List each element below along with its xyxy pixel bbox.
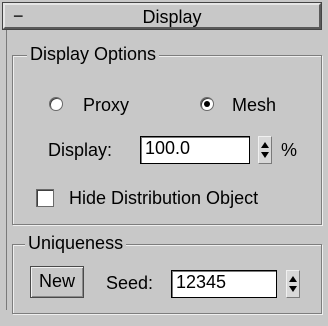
seed-label: Seed:	[106, 273, 154, 293]
percent-unit: %	[281, 140, 298, 160]
mesh-radio[interactable]	[200, 97, 214, 111]
spinner-up-icon[interactable]	[261, 142, 269, 148]
spinner-down-icon[interactable]	[261, 152, 269, 158]
seed-field[interactable]: 12345	[171, 270, 277, 298]
radio-dot-icon	[204, 101, 210, 107]
panel-edge	[6, 30, 7, 310]
spinner-up-icon[interactable]	[289, 276, 297, 282]
hide-distribution-label[interactable]: Hide Distribution Object	[69, 188, 258, 208]
display-spinner-icon[interactable]	[258, 136, 272, 164]
spinner-down-icon[interactable]	[289, 286, 297, 292]
display-options-label: Display Options	[27, 44, 160, 64]
display-percent-field[interactable]: 100.0	[140, 136, 250, 164]
seed-spinner-icon[interactable]	[286, 270, 300, 298]
mesh-label[interactable]: Mesh	[232, 95, 276, 115]
display-rollout-header[interactable]: − Display	[2, 2, 322, 30]
display-label: Display:	[48, 140, 113, 160]
rollout-title: Display	[142, 7, 202, 27]
proxy-label[interactable]: Proxy	[83, 95, 129, 115]
hide-distribution-checkbox[interactable]	[36, 189, 54, 207]
new-seed-button[interactable]: New	[30, 266, 84, 298]
proxy-radio[interactable]	[49, 97, 63, 111]
uniqueness-label: Uniqueness	[25, 233, 127, 253]
